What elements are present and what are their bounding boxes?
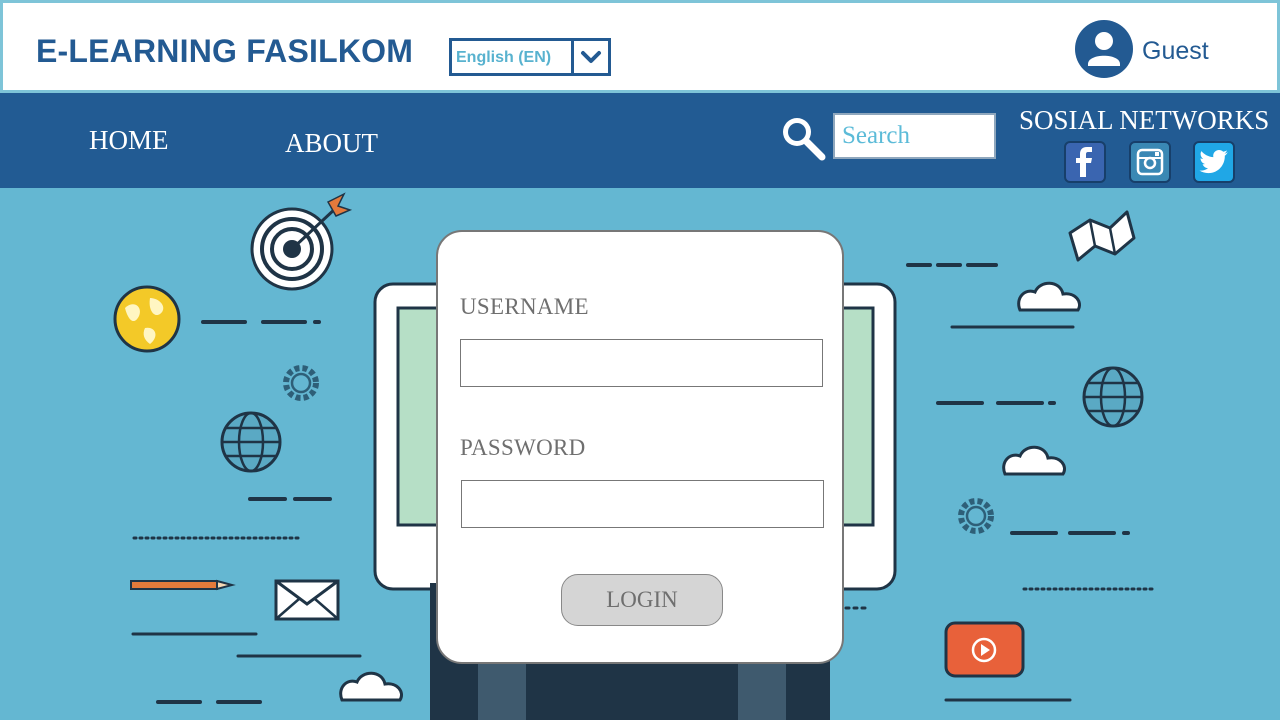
login-form: USERNAME PASSWORD LOGIN <box>436 230 844 664</box>
social-networks-title: SOSIAL NETWORKS <box>1019 105 1270 135</box>
instagram-icon <box>1136 148 1164 176</box>
language-selected-value: English (EN) <box>456 49 552 66</box>
cloud-icon-3 <box>339 671 403 702</box>
nav-about-link[interactable]: ABOUT <box>285 128 378 159</box>
yellow-globe-icon <box>113 285 181 353</box>
instagram-button[interactable] <box>1129 141 1171 183</box>
facebook-button[interactable] <box>1064 141 1106 183</box>
password-label: PASSWORD <box>460 435 586 460</box>
username-field[interactable] <box>460 339 823 387</box>
user-name: Guest <box>1142 37 1209 65</box>
gear-icon-right <box>958 498 994 534</box>
gear-icon-left <box>283 365 319 401</box>
chevron-down-icon[interactable] <box>571 41 608 73</box>
password-field[interactable] <box>461 480 824 528</box>
search-icon[interactable] <box>778 113 826 161</box>
globe-icon-left <box>220 411 282 473</box>
main-navbar: HOME ABOUT SOSIAL NETWORKS <box>0 93 1280 188</box>
facebook-icon <box>1076 147 1092 177</box>
twitter-icon <box>1199 150 1228 174</box>
video-play-icon <box>944 621 1025 678</box>
cloud-icon-1 <box>1017 281 1081 312</box>
cloud-icon-2 <box>1002 445 1066 476</box>
username-label: USERNAME <box>460 294 589 319</box>
top-header: E-LEARNING FASILKOM English (EN) Guest <box>0 0 1280 93</box>
login-button[interactable]: LOGIN <box>561 574 723 626</box>
language-select[interactable]: English (EN) <box>449 38 611 76</box>
user-menu[interactable]: Guest <box>1075 20 1235 78</box>
map-icon <box>1068 210 1136 262</box>
envelope-icon <box>274 579 340 621</box>
user-avatar-icon[interactable] <box>1075 20 1133 78</box>
twitter-button[interactable] <box>1193 141 1235 183</box>
pencil-icon <box>130 579 236 591</box>
nav-home-link[interactable]: HOME <box>89 125 169 156</box>
target-icon <box>250 192 353 291</box>
site-title: E-LEARNING FASILKOM <box>36 33 414 69</box>
globe-icon-right <box>1082 366 1144 428</box>
search-input[interactable] <box>833 113 996 159</box>
